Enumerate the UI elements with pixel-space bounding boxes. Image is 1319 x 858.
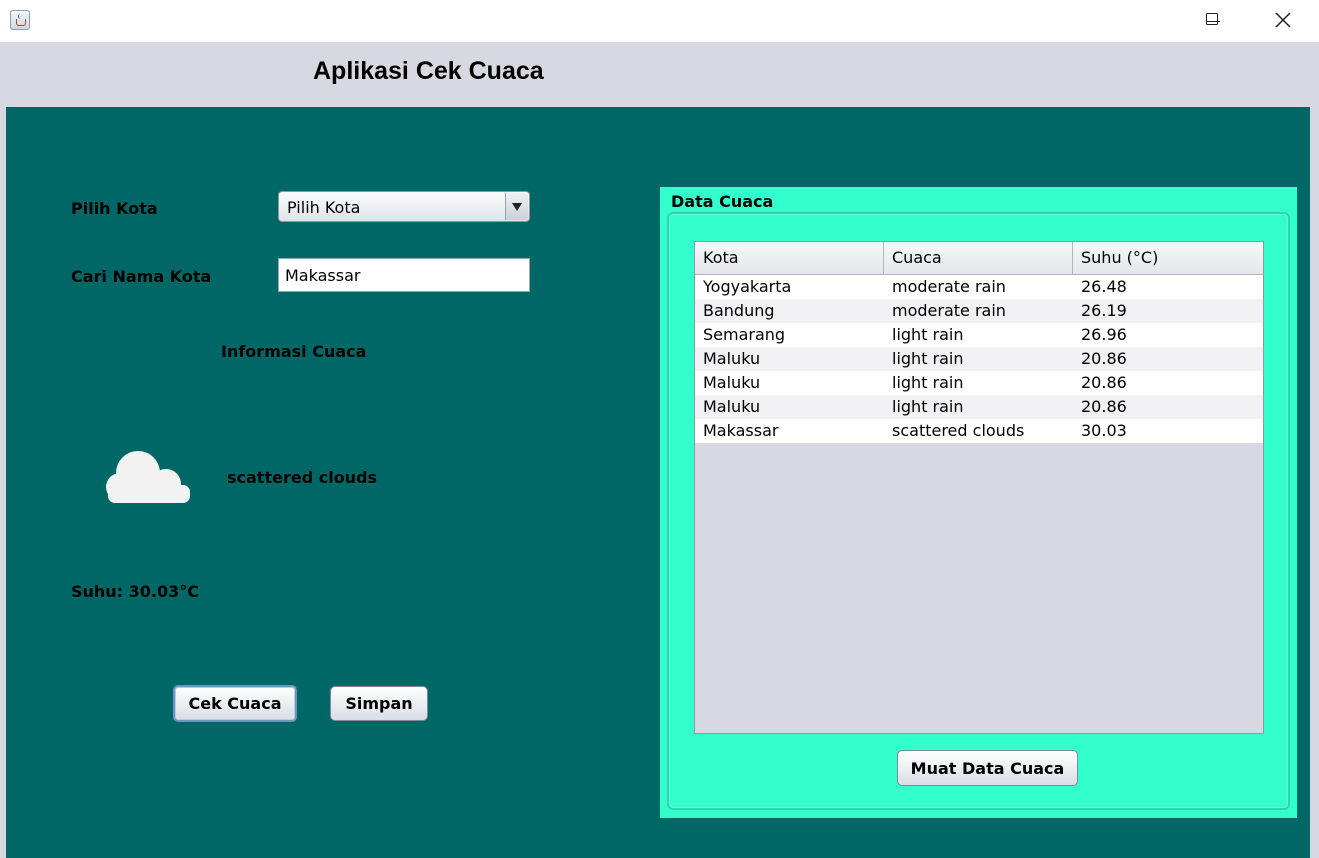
temperature-readout: Suhu: 30.03°C (71, 582, 200, 601)
java-app-icon (10, 10, 30, 30)
table-row[interactable]: Bandung moderate rain 26.19 (695, 299, 1263, 323)
weather-section-label: Informasi Cuaca (221, 342, 367, 361)
column-header-temperature[interactable]: Suhu (°C) (1073, 242, 1263, 274)
table-header: Kota Cuaca Suhu (°C) (695, 242, 1263, 275)
table-row[interactable]: Maluku light rain 20.86 (695, 395, 1263, 419)
cell-city: Yogyakarta (703, 277, 792, 296)
load-weather-data-button[interactable]: Muat Data Cuaca (897, 750, 1078, 786)
window-frame-right (1310, 106, 1319, 858)
close-button[interactable] (1260, 4, 1306, 38)
cell-weather: moderate rain (892, 277, 1006, 296)
maximize-icon (1206, 13, 1218, 25)
header-band (0, 42, 1319, 107)
cell-temperature: 26.19 (1081, 301, 1127, 320)
cell-city: Maluku (703, 349, 761, 368)
cell-weather: light rain (892, 325, 964, 344)
column-header-city[interactable]: Kota (695, 242, 884, 274)
search-input[interactable] (278, 258, 530, 292)
cell-temperature: 20.86 (1081, 349, 1127, 368)
table-row[interactable]: Maluku light rain 20.86 (695, 371, 1263, 395)
title-bar (0, 0, 1319, 42)
column-header-weather[interactable]: Cuaca (884, 242, 1073, 274)
cell-temperature: 20.86 (1081, 373, 1127, 392)
cell-weather: moderate rain (892, 301, 1006, 320)
close-icon (1275, 12, 1291, 28)
cell-city: Maluku (703, 373, 761, 392)
page-title: Aplikasi Cek Cuaca (313, 57, 544, 85)
cell-temperature: 20.86 (1081, 397, 1127, 416)
search-label: Cari Nama Kota (71, 267, 212, 286)
table-row[interactable]: Maluku light rain 20.86 (695, 347, 1263, 371)
save-button[interactable]: Simpan (330, 686, 428, 721)
cell-city: Bandung (703, 301, 775, 320)
cell-temperature: 30.03 (1081, 421, 1127, 440)
cell-weather: light rain (892, 349, 964, 368)
city-select-value: Pilih Kota (287, 198, 361, 217)
check-weather-button[interactable]: Cek Cuaca (173, 685, 297, 722)
cell-city: Maluku (703, 397, 761, 416)
table-row[interactable]: Yogyakarta moderate rain 26.48 (695, 275, 1263, 299)
table-body: Yogyakarta moderate rain 26.48 Bandung m… (695, 275, 1263, 443)
cloud-icon (106, 451, 190, 503)
city-select[interactable]: Pilih Kota (278, 191, 530, 222)
panel-title: Data Cuaca (671, 192, 774, 211)
cell-city: Makassar (703, 421, 779, 440)
cell-weather: light rain (892, 397, 964, 416)
weather-description: scattered clouds (227, 468, 378, 487)
cell-temperature: 26.96 (1081, 325, 1127, 344)
maximize-button-box[interactable] (1190, 4, 1236, 38)
city-select-label: Pilih Kota (71, 199, 158, 218)
chevron-down-icon[interactable] (505, 193, 528, 220)
table-row[interactable]: Semarang light rain 26.96 (695, 323, 1263, 347)
cell-weather: scattered clouds (892, 421, 1025, 440)
cell-weather: light rain (892, 373, 964, 392)
cell-city: Semarang (703, 325, 786, 344)
cell-temperature: 26.48 (1081, 277, 1127, 296)
weather-table[interactable]: Kota Cuaca Suhu (°C) Yogyakarta moderate… (694, 241, 1264, 734)
table-row[interactable]: Makassar scattered clouds 30.03 (695, 419, 1263, 443)
